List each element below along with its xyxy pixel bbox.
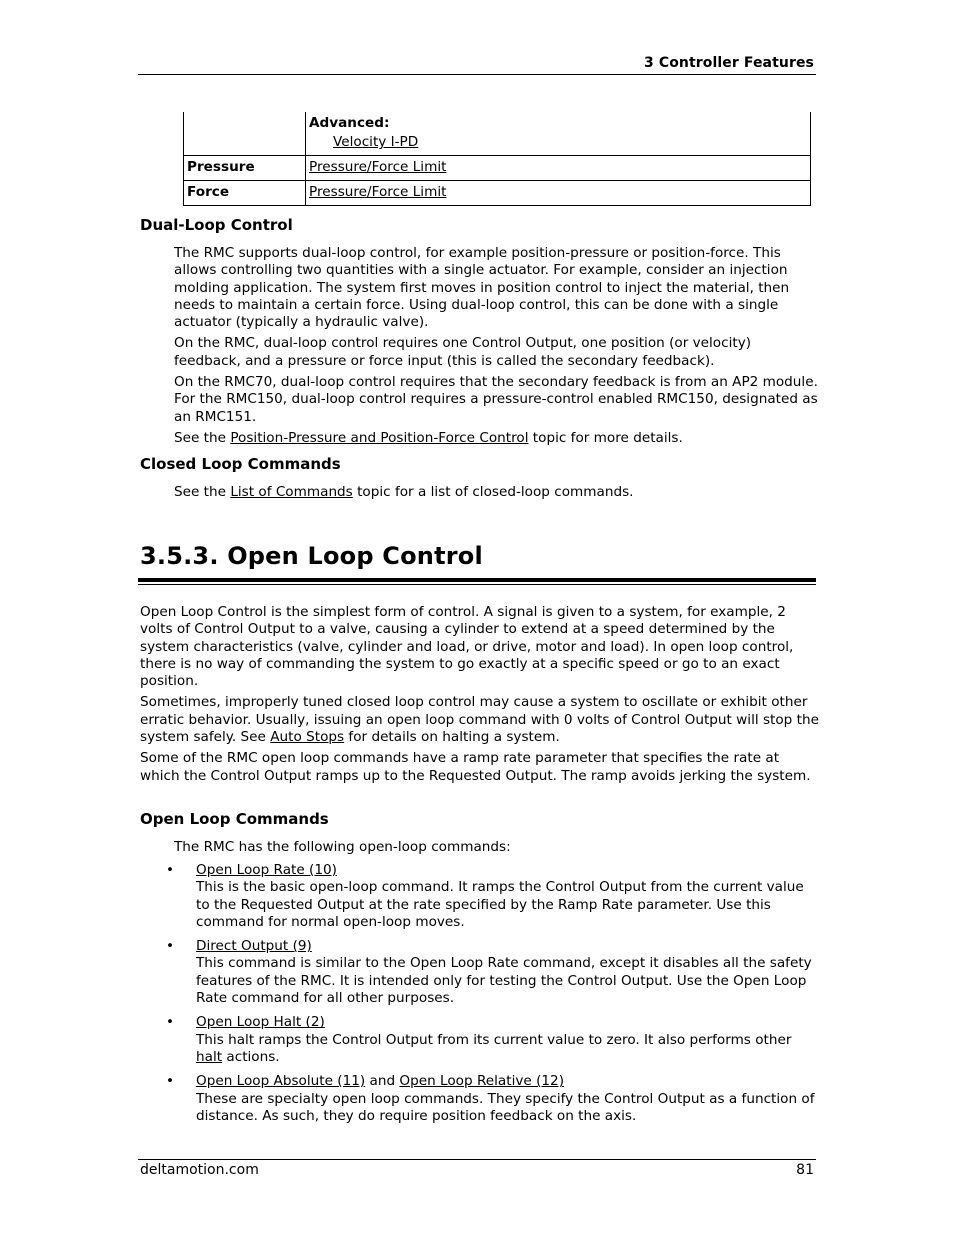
header-rule xyxy=(138,74,816,75)
feature-table: Advanced: Velocity I-PD Pressure Pressur… xyxy=(183,112,811,206)
text: See the xyxy=(174,484,231,500)
paragraph: Sometimes, improperly tuned closed loop … xyxy=(140,694,820,746)
paragraph: Some of the RMC open loop commands have … xyxy=(140,750,811,784)
section-title: 3.5.3. Open Loop Control xyxy=(140,542,483,570)
text: See the xyxy=(174,429,231,446)
table-cell-label: Pressure xyxy=(183,155,306,181)
item-description: This halt ramps the Control Output from … xyxy=(196,1032,791,1065)
paragraph: On the RMC70, dual-loop control requires… xyxy=(174,374,818,425)
text: topic for a list of closed-loop commands… xyxy=(352,484,634,500)
bullet-icon: • xyxy=(166,1073,175,1090)
advanced-label: Advanced: xyxy=(309,115,390,131)
text: and xyxy=(365,1073,400,1090)
chapter-header: 3 Controller Features xyxy=(644,55,814,71)
table-cell-links: Pressure/Force Limit xyxy=(305,155,811,181)
paragraph: The RMC supports dual-loop control, for … xyxy=(174,245,790,331)
page-number: 81 xyxy=(796,1162,814,1178)
link-open-loop-halt[interactable]: Open Loop Halt (2) xyxy=(196,1014,325,1030)
table-cell-links: Advanced: Velocity I-PD xyxy=(305,112,811,156)
bullet-icon: • xyxy=(166,938,175,955)
link-list-of-commands[interactable]: List of Commands xyxy=(230,484,352,500)
link-pressure-force-limit[interactable]: Pressure/Force Limit xyxy=(309,184,446,200)
table-cell-label xyxy=(183,112,306,156)
link-halt[interactable]: halt xyxy=(196,1049,222,1065)
link-direct-output[interactable]: Direct Output (9) xyxy=(196,938,312,954)
list-item: • Open Loop Absolute (11) and Open Loop … xyxy=(166,1073,816,1125)
item-description: This command is similar to the Open Loop… xyxy=(196,955,812,1007)
text: actions. xyxy=(222,1048,280,1065)
list-item: • Open Loop Halt (2) This halt ramps the… xyxy=(166,1014,816,1066)
text: topic for more details. xyxy=(528,429,683,446)
closed-loop-section: See the List of Commands topic for a lis… xyxy=(174,484,819,505)
paragraph: On the RMC, dual-loop control requires o… xyxy=(174,335,752,369)
text: for details on halting a system. xyxy=(344,729,560,746)
list-item: • Direct Output (9) This command is simi… xyxy=(166,938,816,1007)
link-open-loop-rate[interactable]: Open Loop Rate (10) xyxy=(196,862,337,878)
table-row: Force Pressure/Force Limit xyxy=(183,180,811,206)
open-loop-commands-intro: The RMC has the following open-loop comm… xyxy=(174,839,511,855)
section-rule-thick xyxy=(138,578,816,582)
bullet-icon: • xyxy=(166,862,175,878)
open-loop-commands-heading: Open Loop Commands xyxy=(140,810,329,828)
item-description: This is the basic open-loop command. It … xyxy=(196,879,804,930)
link-auto-stops[interactable]: Auto Stops xyxy=(270,729,344,745)
bullet-icon: • xyxy=(166,1014,175,1031)
link-position-pressure-control[interactable]: Position-Pressure and Position-Force Con… xyxy=(230,430,528,446)
table-cell-label: Force xyxy=(183,180,306,206)
table-row: Pressure Pressure/Force Limit xyxy=(183,155,811,181)
text: This halt ramps the Control Output from … xyxy=(196,1031,792,1048)
footer-rule xyxy=(138,1159,816,1160)
section-rule-thin xyxy=(138,584,816,585)
paragraph: Open Loop Control is the simplest form o… xyxy=(140,604,794,690)
link-open-loop-absolute[interactable]: Open Loop Absolute (11) xyxy=(196,1073,365,1089)
table-cell-links: Pressure/Force Limit xyxy=(305,180,811,206)
closed-loop-heading: Closed Loop Commands xyxy=(140,455,341,473)
link-pressure-force-limit[interactable]: Pressure/Force Limit xyxy=(309,159,446,175)
command-list: • Open Loop Rate (10) This is the basic … xyxy=(166,862,816,1132)
link-velocity-i-pd[interactable]: Velocity I-PD xyxy=(333,134,418,150)
paragraph: See the Position-Pressure and Position-F… xyxy=(174,430,819,447)
dual-loop-heading: Dual-Loop Control xyxy=(140,216,293,234)
link-open-loop-relative[interactable]: Open Loop Relative (12) xyxy=(399,1073,564,1089)
table-row: Advanced: Velocity I-PD xyxy=(183,112,811,156)
list-item: • Open Loop Rate (10) This is the basic … xyxy=(166,862,816,931)
paragraph: See the List of Commands topic for a lis… xyxy=(174,484,819,501)
open-loop-section: Open Loop Control is the simplest form o… xyxy=(140,604,820,789)
dual-loop-section: The RMC supports dual-loop control, for … xyxy=(174,245,819,451)
item-description: These are specialty open loop commands. … xyxy=(196,1090,815,1124)
footer-site: deltamotion.com xyxy=(140,1162,259,1178)
